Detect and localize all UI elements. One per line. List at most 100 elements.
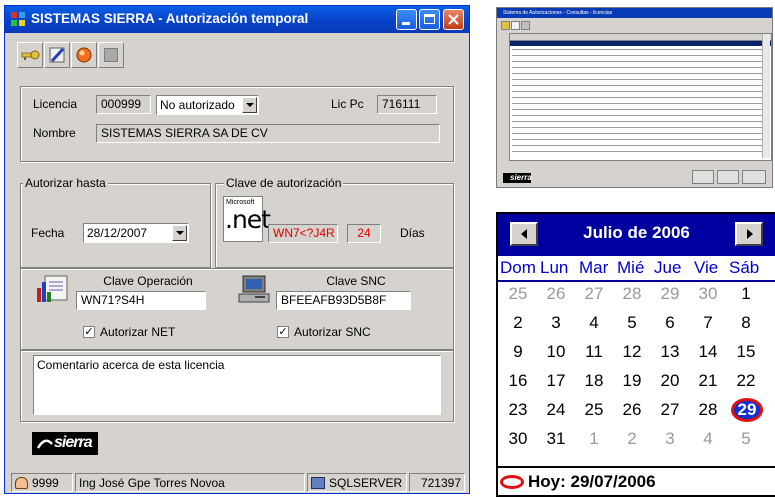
sierra-logo: sierra xyxy=(32,432,98,455)
calendar-day[interactable]: 4 xyxy=(693,429,723,449)
calendar-day[interactable]: 18 xyxy=(579,371,609,391)
status-bar: 9999 Ing José Gpe Torres Novoa SQLSERVER… xyxy=(5,471,469,493)
edit-tool-button[interactable] xyxy=(44,42,70,68)
list-grid[interactable] xyxy=(509,33,772,161)
calendar-day[interactable]: 21 xyxy=(693,371,723,391)
calendar-day[interactable]: 7 xyxy=(693,313,723,333)
list-sierra-logo: sierra xyxy=(503,173,532,183)
calendar-day[interactable]: 8 xyxy=(731,313,761,333)
calendar-day[interactable]: 28 xyxy=(617,284,647,304)
window-title: SISTEMAS SIERRA - Autorización temporal xyxy=(31,11,309,26)
maximize-icon xyxy=(424,14,435,24)
comment-group: Comentario acerca de esta licencia xyxy=(20,350,454,422)
calendar-day[interactable]: 13 xyxy=(655,342,685,362)
licencia-field: 000999 xyxy=(96,95,151,114)
auth-key-legend: Clave de autorización xyxy=(224,176,344,190)
calendar-day[interactable]: 14 xyxy=(693,342,723,362)
fecha-date-picker[interactable]: 28/12/2007 xyxy=(83,223,189,243)
app-icon xyxy=(11,12,26,26)
close-button[interactable] xyxy=(443,9,464,30)
list-footer-button-2[interactable] xyxy=(717,170,739,184)
computer-icon xyxy=(237,274,271,306)
calendar-day[interactable]: 30 xyxy=(693,284,723,304)
licpc-field: 716111 xyxy=(377,95,437,114)
calendar-day[interactable]: 19 xyxy=(617,371,647,391)
authorization-window: SISTEMAS SIERRA - Autorización temporal xyxy=(4,5,470,494)
fecha-value: 28/12/2007 xyxy=(87,226,148,240)
next-month-button[interactable] xyxy=(735,222,763,246)
check-mark-icon: ✓ xyxy=(84,326,94,338)
stop-tool-button[interactable] xyxy=(98,42,124,68)
user-icon xyxy=(15,477,28,489)
minimize-button[interactable] xyxy=(396,9,417,30)
list-sierra-logo-text: sierra xyxy=(510,173,532,182)
fecha-label: Fecha xyxy=(31,226,65,240)
calendar-day[interactable]: 1 xyxy=(731,284,761,304)
record-tool-button[interactable] xyxy=(71,42,97,68)
calendar-day[interactable]: 27 xyxy=(655,400,685,420)
licenses-list-window[interactable]: Sistema de Autorizaciones - Consultas - … xyxy=(496,7,773,188)
calendar-day[interactable]: 5 xyxy=(731,429,761,449)
status-user-id: 9999 xyxy=(11,473,73,492)
calendar-day[interactable]: 1 xyxy=(579,429,609,449)
calendar-day[interactable]: 20 xyxy=(655,371,685,391)
sierra-logo-text: sierra xyxy=(54,434,93,451)
calendar-day[interactable]: 24 xyxy=(541,400,571,420)
op-key-label: Clave Operación xyxy=(103,274,193,288)
authorize-net-checkbox[interactable]: ✓ xyxy=(83,326,95,338)
calendar-day[interactable]: 16 xyxy=(503,371,533,391)
weekday-divider xyxy=(498,280,775,282)
key-tool-button[interactable] xyxy=(17,42,43,68)
status-server: SQLSERVER xyxy=(307,473,407,492)
chevron-down-icon[interactable] xyxy=(242,97,257,113)
dotnet-logo-text: .net xyxy=(225,205,271,234)
calendar-day[interactable]: 6 xyxy=(655,313,685,333)
today-link[interactable]: Hoy: 29/07/2006 xyxy=(528,472,656,492)
authorize-snc-checkbox[interactable]: ✓ xyxy=(277,326,289,338)
calendar-day[interactable]: 11 xyxy=(579,342,609,362)
calendar-day[interactable]: 26 xyxy=(617,400,647,420)
title-bar[interactable]: SISTEMAS SIERRA - Autorización temporal xyxy=(5,6,469,33)
calendar-day[interactable]: 28 xyxy=(693,400,723,420)
status-selected-value: No autorizado xyxy=(160,98,235,112)
list-footer-button-3[interactable] xyxy=(742,170,766,184)
list-footer-button-1[interactable] xyxy=(692,170,714,184)
comment-textarea[interactable]: Comentario acerca de esta licencia xyxy=(33,355,441,415)
calendar-day[interactable]: 23 xyxy=(503,400,533,420)
calendar-day[interactable]: 31 xyxy=(541,429,571,449)
calendar-day[interactable]: 10 xyxy=(541,342,571,362)
license-status-select[interactable]: No autorizado xyxy=(156,95,259,115)
calendar-day[interactable]: 25 xyxy=(579,400,609,420)
weekday-label: Vie xyxy=(694,258,719,277)
calendar-day[interactable]: 9 xyxy=(503,342,533,362)
calendar-day[interactable]: 5 xyxy=(617,313,647,333)
calendar-day[interactable]: 30 xyxy=(503,429,533,449)
maximize-button[interactable] xyxy=(419,9,440,30)
calendar-day[interactable]: 4 xyxy=(579,313,609,333)
list-toolbar xyxy=(501,21,531,30)
weekday-label: Mar xyxy=(579,258,609,277)
snc-key-input[interactable]: BFEEAFB93D5B8F xyxy=(276,291,411,310)
calendar-day[interactable]: 25 xyxy=(503,284,533,304)
calendar-day-today[interactable]: 29 xyxy=(732,400,762,420)
licpc-label: Lic Pc xyxy=(331,97,364,111)
calendar-day[interactable]: 2 xyxy=(503,313,533,333)
op-key-input[interactable]: WN71?S4H xyxy=(76,291,206,310)
calendar-day[interactable]: 3 xyxy=(655,429,685,449)
calendar-day[interactable]: 15 xyxy=(731,342,761,362)
authorize-net-label: Autorizar NET xyxy=(100,325,176,339)
calendar-day[interactable]: 12 xyxy=(617,342,647,362)
calendar-day[interactable]: 17 xyxy=(541,371,571,391)
calendar-popup: Julio de 2006 Dom Lun Mar Mié Jue Vie Sá… xyxy=(496,212,775,497)
pencil-icon xyxy=(49,47,65,63)
calendar-dropdown-icon[interactable] xyxy=(172,225,187,241)
stop-icon xyxy=(104,48,118,62)
calendar-day[interactable]: 29 xyxy=(655,284,685,304)
calendar-day[interactable]: 22 xyxy=(731,371,761,391)
list-scrollbar[interactable] xyxy=(762,34,770,158)
user-id-text: 9999 xyxy=(32,476,59,490)
calendar-day[interactable]: 26 xyxy=(541,284,571,304)
calendar-day[interactable]: 27 xyxy=(579,284,609,304)
calendar-day[interactable]: 2 xyxy=(617,429,647,449)
calendar-day[interactable]: 3 xyxy=(541,313,571,333)
